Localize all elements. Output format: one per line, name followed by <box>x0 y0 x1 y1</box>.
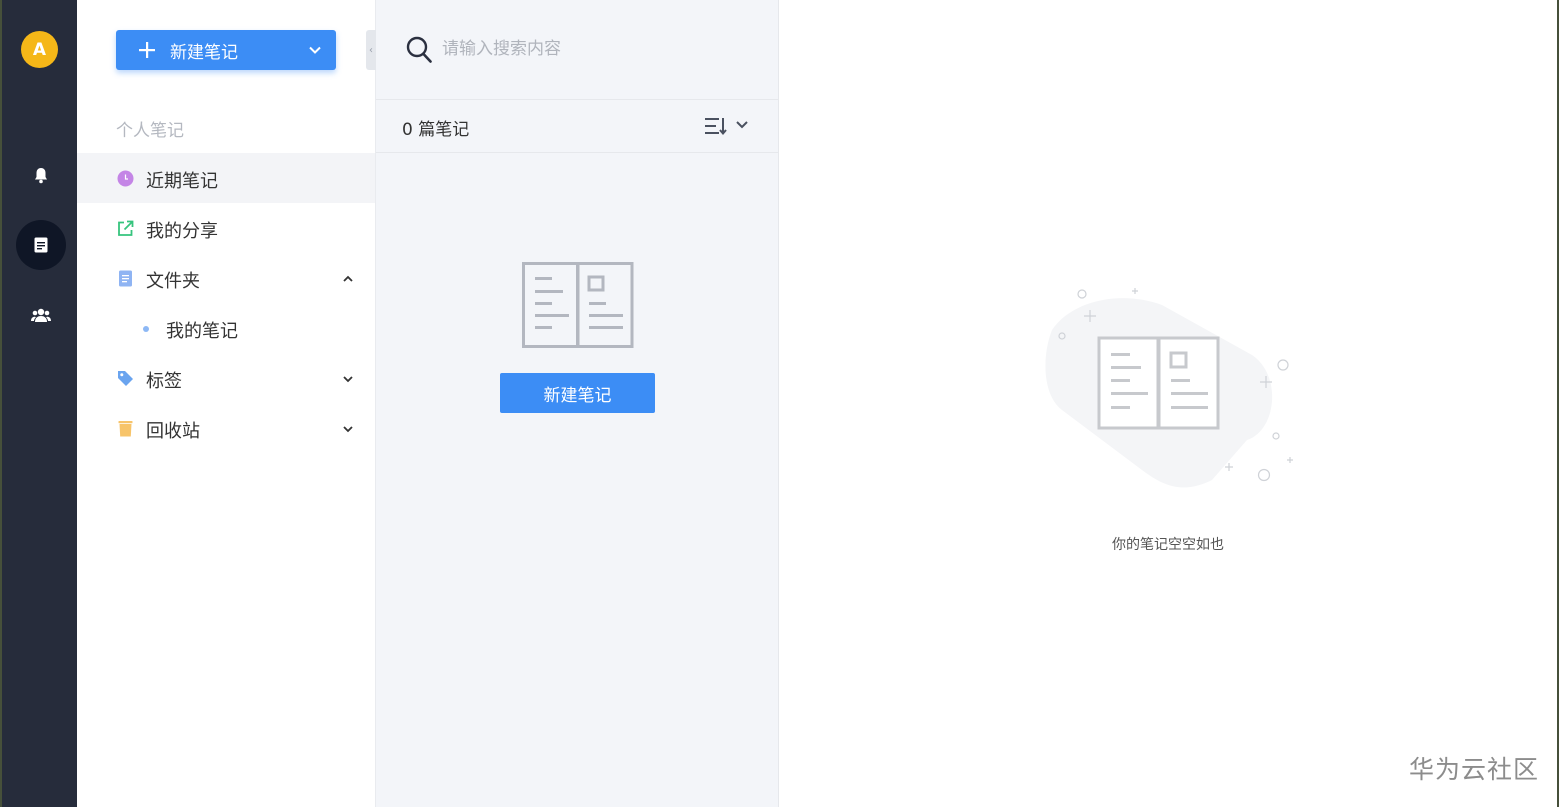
sidebar: 新建笔记 ‹ 个人笔记 近期笔记 我的分享 文件夹 我的笔记 标签 回收站 <box>77 0 376 807</box>
chevron-down-icon[interactable] <box>343 375 353 383</box>
note-icon <box>34 237 48 253</box>
sidebar-item-label: 我的笔记 <box>166 321 238 342</box>
search-icon[interactable] <box>406 36 432 64</box>
note-count: 0 篇笔记 <box>402 120 470 140</box>
trash-icon <box>118 421 133 437</box>
sidebar-item-label: 标签 <box>146 371 182 392</box>
new-note-button[interactable]: 新建笔记 <box>116 30 336 70</box>
chevron-down-icon[interactable] <box>308 43 322 57</box>
section-title: 个人笔记 <box>116 121 184 141</box>
team-button[interactable] <box>16 290 66 340</box>
tag-icon <box>118 371 133 386</box>
folder-doc-icon <box>119 270 132 287</box>
empty-new-note-button[interactable]: 新建笔记 <box>500 373 655 413</box>
note-list-header: 0 篇笔记 <box>376 100 779 153</box>
clock-icon <box>117 170 134 187</box>
note-list-panel: 0 篇笔记 新建笔记 <box>376 0 779 807</box>
new-note-label: 新建笔记 <box>170 42 238 63</box>
icon-rail: A <box>0 0 77 807</box>
user-avatar[interactable]: A <box>21 31 58 68</box>
sidebar-item-trash[interactable]: 回收站 <box>77 403 375 453</box>
sidebar-item-share[interactable]: 我的分享 <box>77 203 375 253</box>
sidebar-item-label: 近期笔记 <box>146 171 218 192</box>
search-input[interactable] <box>442 36 742 62</box>
sidebar-item-label: 我的分享 <box>146 221 218 242</box>
watermark-text: 华为云社区 <box>1408 755 1539 784</box>
empty-notes-message: 你的笔记空空如也 <box>1112 537 1224 553</box>
sort-icon[interactable] <box>704 116 750 136</box>
sidebar-item-my-notes[interactable]: 我的笔记 <box>77 303 375 353</box>
sidebar-item-tags[interactable]: 标签 <box>77 353 375 403</box>
notifications-button[interactable] <box>16 150 66 200</box>
empty-book-icon <box>522 262 634 348</box>
sidebar-item-recent[interactable]: 近期笔记 <box>77 153 375 203</box>
bell-icon <box>35 167 47 183</box>
team-icon <box>31 308 51 322</box>
plus-icon <box>139 42 155 58</box>
sidebar-item-label: 文件夹 <box>146 271 200 292</box>
collapse-sidebar-toggle[interactable]: ‹ <box>366 30 376 70</box>
sidebar-item-label: 回收站 <box>146 421 200 442</box>
bullet-icon <box>143 326 149 332</box>
note-editor-pane: 你的笔记空空如也 华为云社区 <box>779 0 1557 807</box>
chevron-down-icon[interactable] <box>343 425 353 433</box>
notes-button[interactable] <box>16 220 66 270</box>
share-icon <box>118 220 134 236</box>
chevron-up-icon[interactable] <box>343 275 353 283</box>
sidebar-item-folders[interactable]: 文件夹 <box>77 253 375 303</box>
search-bar <box>376 0 779 100</box>
empty-notes-illustration <box>1045 288 1293 488</box>
